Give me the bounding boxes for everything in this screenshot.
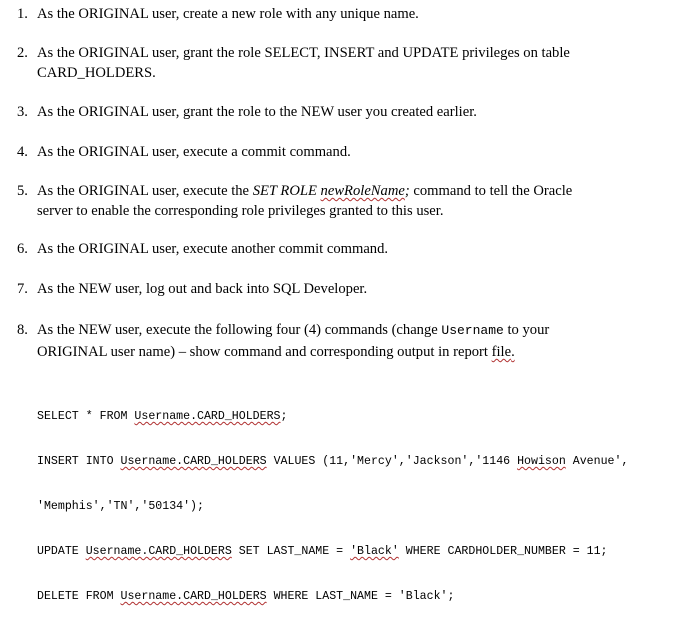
code-run: ;	[280, 410, 288, 423]
code-run: UPDATE	[37, 545, 86, 558]
code-run: SET LAST_NAME =	[231, 545, 351, 558]
step-text: As the NEW user, execute the following f…	[37, 320, 677, 341]
text-run: command to tell the Oracle	[409, 183, 573, 199]
step-text-cont: server to enable the corresponding role …	[37, 203, 444, 219]
username-text: Username	[441, 323, 504, 338]
sql-code-block: SELECT * FROM Username.CARD_HOLDERS; INS…	[37, 379, 628, 619]
step-number: 8.	[17, 322, 28, 338]
code-table-ref: Username.CARD_HOLDERS	[85, 545, 232, 558]
step-number: 6.	[17, 241, 28, 257]
text-run: to your	[503, 322, 550, 338]
step-number: 5.	[17, 183, 28, 199]
file-text: file	[491, 344, 512, 360]
code-table-ref: Username.CARD_HOLDERS	[120, 590, 267, 603]
code-run: SELECT * FROM	[37, 410, 135, 423]
step-text: As the ORIGINAL user, execute a commit c…	[37, 144, 351, 160]
text-run: As the NEW user, execute the following f…	[37, 322, 442, 338]
text-run: As the ORIGINAL user, execute the	[37, 183, 253, 199]
set-role-text: SET ROLE	[252, 183, 321, 199]
step-text: As the ORIGINAL user, grant the role to …	[37, 104, 477, 120]
code-run: WHERE CARDHOLDER_NUMBER = 11;	[398, 545, 608, 558]
step-text: As the ORIGINAL user, execute the SET RO…	[37, 181, 677, 201]
step-number: 7.	[17, 281, 28, 297]
code-literal: 'Black'	[350, 545, 399, 558]
code-line-select: SELECT * FROM Username.CARD_HOLDERS;	[37, 409, 628, 424]
step-text-cont: CARD_HOLDERS.	[37, 65, 156, 81]
step-number: 2.	[17, 45, 28, 61]
text-run: ORIGINAL user name) – show command and c…	[37, 344, 492, 360]
step-number: 3.	[17, 104, 28, 120]
step-text: As the ORIGINAL user, grant the role SEL…	[37, 45, 570, 61]
step-text: As the ORIGINAL user, execute another co…	[37, 241, 389, 257]
code-line-insert-cont: 'Memphis','TN','50134');	[37, 500, 204, 513]
code-run: WHERE LAST_NAME = 'Black';	[266, 590, 455, 603]
step-number: 4.	[17, 144, 28, 160]
code-line-update: UPDATE Username.CARD_HOLDERS SET LAST_NA…	[37, 544, 628, 559]
period-text: .	[511, 344, 515, 360]
new-role-name-text: newRoleName	[320, 183, 405, 199]
step-number: 1.	[17, 6, 28, 22]
code-run: DELETE FROM	[37, 590, 121, 603]
step-text: As the ORIGINAL user, create a new role …	[37, 6, 419, 22]
code-table-ref: Username.CARD_HOLDERS	[134, 410, 281, 423]
step-text: As the NEW user, log out and back into S…	[37, 281, 368, 297]
code-line-delete: DELETE FROM Username.CARD_HOLDERS WHERE …	[37, 589, 628, 604]
step-text-cont: ORIGINAL user name) – show command and c…	[37, 342, 677, 362]
